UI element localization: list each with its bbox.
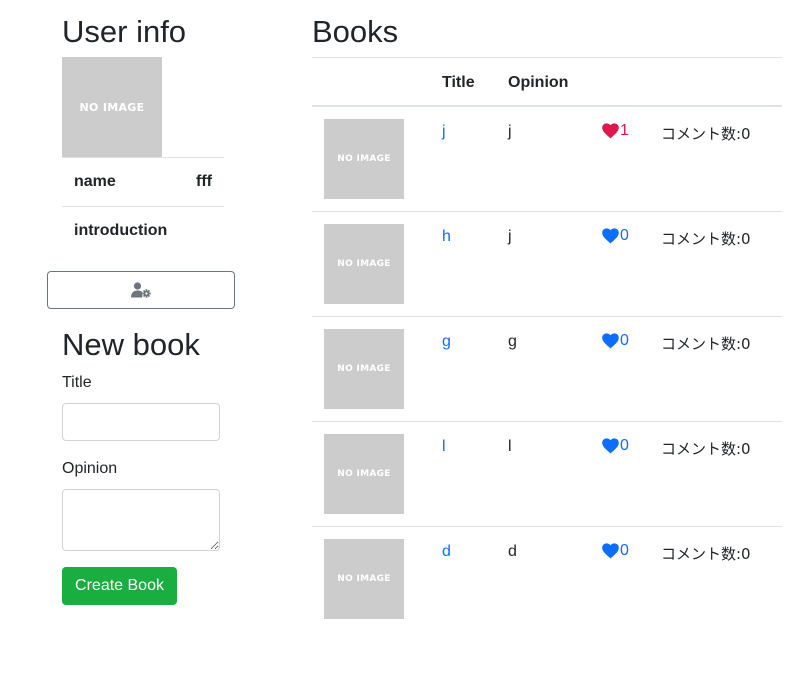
favorite-count: 0 xyxy=(620,542,629,559)
favorite-count: 1 xyxy=(620,122,629,139)
favorite-toggle[interactable]: 0 xyxy=(602,542,629,560)
heart-icon xyxy=(602,333,619,349)
book-opinion: l xyxy=(508,438,512,455)
favorite-count: 0 xyxy=(620,332,629,349)
heart-icon xyxy=(602,438,619,454)
comment-count: コメント数:0 xyxy=(661,230,751,248)
name-label: name xyxy=(74,173,116,190)
edit-user-button[interactable] xyxy=(47,271,235,309)
title-input[interactable] xyxy=(62,403,220,441)
favorite-toggle[interactable]: 0 xyxy=(602,332,629,350)
favorite-toggle[interactable]: 1 xyxy=(602,122,629,140)
favorite-toggle[interactable]: 0 xyxy=(602,227,629,245)
book-opinion: j xyxy=(508,228,512,245)
book-title-link[interactable]: j xyxy=(442,123,446,141)
table-header: Title Opinion xyxy=(312,57,782,107)
title-label: Title xyxy=(62,374,92,391)
user-info-table: name fff introduction xyxy=(62,157,224,255)
heart-icon xyxy=(602,543,619,559)
book-title-link[interactable]: d xyxy=(442,543,451,561)
user-cog-icon xyxy=(130,282,151,298)
book-opinion: d xyxy=(508,543,517,560)
comment-count: コメント数:0 xyxy=(661,440,751,458)
favorite-toggle[interactable]: 0 xyxy=(602,437,629,455)
new-book-heading: New book xyxy=(62,327,200,362)
table-row: NO IMAGE d d 0 コメント数:0 xyxy=(312,527,782,632)
user-introduction-row: introduction xyxy=(62,206,224,255)
book-title-link[interactable]: g xyxy=(442,333,451,351)
books-heading: Books xyxy=(312,14,399,49)
book-opinion: j xyxy=(508,123,512,140)
create-book-button[interactable]: Create Book xyxy=(62,567,177,605)
comment-count: コメント数:0 xyxy=(661,125,751,143)
table-row: NO IMAGE j j 1 コメント数:0 xyxy=(312,107,782,212)
table-row: NO IMAGE h j 0 コメント数:0 xyxy=(312,212,782,317)
comment-count: コメント数:0 xyxy=(661,545,751,563)
opinion-label: Opinion xyxy=(62,460,118,477)
heart-icon xyxy=(602,123,619,139)
book-thumbnail: NO IMAGE xyxy=(324,539,404,619)
book-thumbnail: NO IMAGE xyxy=(324,434,404,514)
comment-count: コメント数:0 xyxy=(661,335,751,353)
user-name-row: name fff xyxy=(62,157,224,206)
favorite-count: 0 xyxy=(620,227,629,244)
introduction-label: introduction xyxy=(74,222,168,239)
book-opinion: g xyxy=(508,333,517,350)
column-header-opinion: Opinion xyxy=(508,74,569,91)
opinion-textarea[interactable] xyxy=(62,489,220,551)
books-table: Title Opinion NO IMAGE j j 1 コメント数:0 NO … xyxy=(312,57,782,632)
table-row: NO IMAGE g g 0 コメント数:0 xyxy=(312,317,782,422)
user-avatar: NO IMAGE xyxy=(62,57,162,157)
user-info-heading: User info xyxy=(62,14,187,49)
favorite-count: 0 xyxy=(620,437,629,454)
name-value: fff xyxy=(196,173,212,190)
book-title-link[interactable]: h xyxy=(442,228,451,246)
heart-icon xyxy=(602,228,619,244)
table-row: NO IMAGE l l 0 コメント数:0 xyxy=(312,422,782,527)
book-thumbnail: NO IMAGE xyxy=(324,119,404,199)
book-thumbnail: NO IMAGE xyxy=(324,224,404,304)
column-header-title: Title xyxy=(442,74,475,91)
book-thumbnail: NO IMAGE xyxy=(324,329,404,409)
book-title-link[interactable]: l xyxy=(442,438,446,456)
